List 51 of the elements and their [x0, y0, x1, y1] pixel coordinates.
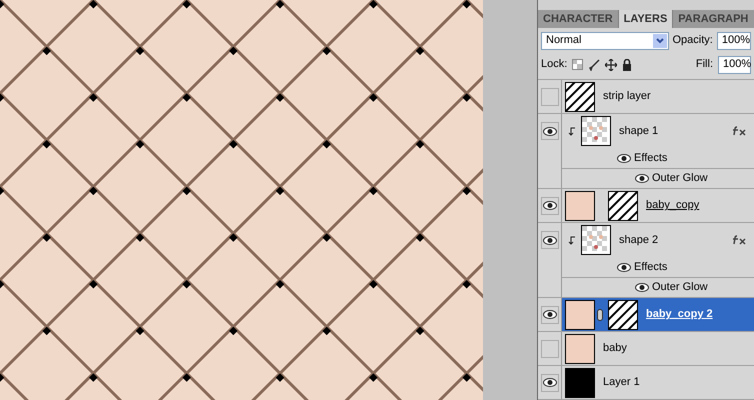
layer-row[interactable]: shape 1 — [538, 114, 754, 148]
eye-icon — [542, 310, 556, 319]
visibility-toggle[interactable] — [540, 196, 558, 214]
eye-icon — [635, 174, 649, 183]
eye-icon — [542, 378, 556, 387]
layer-name[interactable]: baby_copy — [646, 197, 700, 214]
padlock-icon[interactable] — [622, 58, 632, 70]
opacity-field[interactable]: 100% — [716, 32, 751, 50]
visibility-toggle[interactable] — [540, 88, 558, 106]
lock-transparency-icon[interactable] — [572, 59, 584, 70]
layer-row[interactable]: baby — [538, 332, 754, 366]
layer-name[interactable]: Layer 1 — [603, 374, 640, 391]
panel-tab[interactable]: LAYERS — [618, 10, 672, 28]
panel-tab[interactable]: PARAGRAPH — [673, 10, 754, 28]
visibility-toggle[interactable] — [540, 340, 558, 358]
eye-icon — [542, 201, 556, 210]
fill-label: Fill: — [696, 57, 713, 72]
effect-name[interactable]: Outer Glow — [652, 279, 708, 296]
layer-row[interactable]: Layer 1 — [538, 366, 754, 400]
layer-name[interactable]: baby — [603, 340, 627, 357]
brush-icon[interactable] — [588, 58, 600, 70]
eye-icon — [617, 262, 631, 272]
eye-icon — [542, 236, 556, 244]
blend-mode-dropdown[interactable]: Normal — [541, 32, 668, 50]
layer-row[interactable]: baby_copy 2 — [538, 298, 754, 332]
layer-name[interactable]: baby_copy 2 — [646, 306, 713, 323]
effects-label: Effects — [634, 150, 668, 166]
layer-name[interactable]: shape 1 — [619, 122, 658, 140]
visibility-toggle[interactable] — [540, 374, 558, 392]
eye-icon — [635, 283, 649, 292]
effect-visibility-toggle[interactable] — [635, 283, 649, 292]
effect-visibility-toggle[interactable] — [617, 262, 631, 272]
layer-row[interactable]: strip layer — [538, 80, 754, 114]
fill-field[interactable]: 100% — [718, 56, 751, 74]
opacity-label: Opacity: — [672, 33, 713, 48]
eye-icon — [617, 154, 631, 162]
visibility-toggle[interactable] — [540, 122, 558, 140]
visibility-toggle[interactable] — [540, 306, 558, 324]
panel-tab[interactable]: CHARACTER — [538, 10, 618, 28]
move-icon[interactable] — [605, 58, 618, 70]
visibility-toggle[interactable] — [540, 231, 558, 249]
effect-visibility-toggle[interactable] — [617, 154, 631, 162]
effect-name[interactable]: Outer Glow — [652, 170, 708, 187]
layer-name[interactable]: strip layer — [603, 88, 651, 105]
layer-name[interactable]: shape 2 — [619, 232, 658, 248]
lock-label: Lock: — [541, 57, 568, 72]
eye-icon — [542, 126, 556, 136]
effect-visibility-toggle[interactable] — [635, 174, 649, 183]
effects-label: Effects — [634, 260, 668, 275]
layer-row[interactable]: shape 2 — [538, 223, 754, 257]
layer-row[interactable]: baby_copy — [538, 189, 754, 223]
